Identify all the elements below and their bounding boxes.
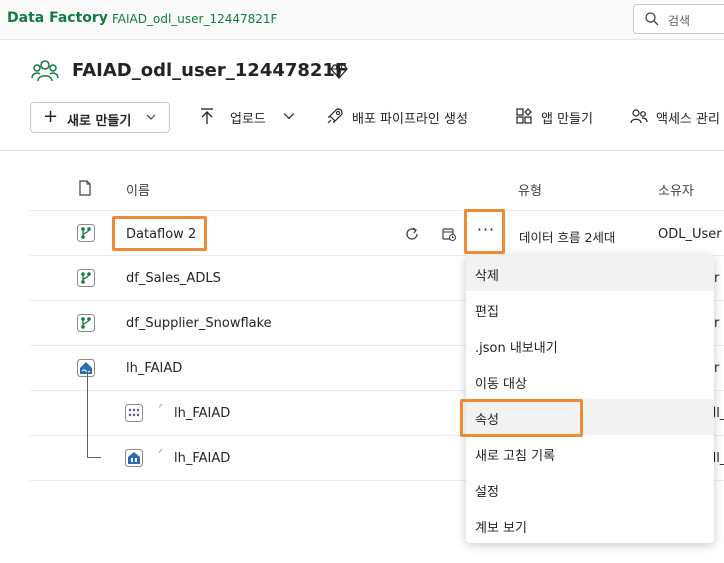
file-type-icon xyxy=(79,180,91,196)
item-owner: r xyxy=(714,361,720,376)
people-icon xyxy=(630,109,648,124)
menu-item-edit[interactable]: 편집 xyxy=(466,291,714,327)
column-header-name[interactable]: 이름 xyxy=(126,180,150,199)
workspace-icon xyxy=(31,60,59,82)
menu-item-label: 새로 고침 기록 xyxy=(475,449,556,464)
app-name[interactable]: Data Factory xyxy=(7,10,108,26)
menu-item-label: 편집 xyxy=(475,305,499,320)
menu-item-refresh-history[interactable]: 새로 고침 기록 xyxy=(466,435,714,471)
column-header-owner[interactable]: 소유자 xyxy=(658,180,694,199)
schedule-icon[interactable] xyxy=(441,226,457,242)
manage-access-button[interactable]: 액세스 관리 xyxy=(656,108,720,127)
menu-item-label: .json 내보내기 xyxy=(475,341,558,356)
link-icon: ⸍ xyxy=(158,448,163,459)
top-bar: Data Factory FAIAD_odl_user_12447821F 검색 xyxy=(0,0,724,40)
app-icon xyxy=(516,108,532,124)
create-app-button[interactable]: 앱 만들기 xyxy=(541,108,593,127)
semantic-model-icon xyxy=(125,449,143,467)
highlight-more-options xyxy=(464,209,505,254)
menu-item-label: 계보 보기 xyxy=(475,521,527,536)
dataflow-icon xyxy=(77,269,95,287)
premium-diamond-icon[interactable] xyxy=(330,62,348,80)
tree-connector xyxy=(87,370,88,458)
link-icon: ⸍ xyxy=(158,403,163,414)
chevron-down-icon xyxy=(146,114,156,120)
chevron-down-icon[interactable] xyxy=(283,110,295,122)
item-name[interactable]: df_Sales_ADLS xyxy=(126,271,221,286)
menu-item-label: 이동 대상 xyxy=(475,377,527,392)
row-divider xyxy=(30,210,724,211)
menu-item-delete[interactable]: 삭제 xyxy=(466,255,714,291)
menu-item-label: 삭제 xyxy=(475,269,499,284)
plus-icon: + xyxy=(43,106,59,127)
dataflow-icon xyxy=(77,314,95,332)
sql-endpoint-icon xyxy=(125,404,143,422)
new-item-button[interactable]: + 새로 만들기 xyxy=(30,102,170,133)
search-input[interactable]: 검색 xyxy=(633,4,724,34)
toolbar-divider xyxy=(0,150,724,151)
search-placeholder: 검색 xyxy=(668,14,691,28)
lakehouse-icon xyxy=(77,359,95,377)
upload-icon[interactable] xyxy=(198,107,216,125)
menu-item-move-to[interactable]: 이동 대상 xyxy=(466,363,714,399)
item-name[interactable]: lh_FAIAD xyxy=(174,451,230,466)
menu-item-export-json[interactable]: .json 내보내기 xyxy=(466,327,714,363)
highlight-properties xyxy=(460,399,583,437)
item-type: 데이터 흐름 2세대 xyxy=(519,230,616,245)
menu-item-settings[interactable]: 설정 xyxy=(466,471,714,507)
item-name[interactable]: lh_FAIAD xyxy=(174,406,230,421)
upload-button[interactable]: 업로드 xyxy=(230,108,266,127)
item-owner: r xyxy=(714,271,720,286)
item-owner: r xyxy=(714,316,720,331)
column-header-type[interactable]: 유형 xyxy=(518,180,542,199)
menu-item-label: 설정 xyxy=(475,485,499,500)
new-item-label: 새로 만들기 xyxy=(67,114,132,129)
item-name[interactable]: df_Supplier_Snowflake xyxy=(126,316,272,331)
menu-item-view-lineage[interactable]: 계보 보기 xyxy=(466,507,714,543)
tree-connector xyxy=(87,457,101,458)
item-name[interactable]: lh_FAIAD xyxy=(126,361,182,376)
create-pipeline-button[interactable]: 배포 파이프라인 생성 xyxy=(352,108,468,127)
highlight-dataflow-name xyxy=(112,216,207,251)
search-icon xyxy=(645,12,659,26)
refresh-icon[interactable] xyxy=(404,226,420,242)
item-owner: ODL_User xyxy=(658,227,722,242)
page-title: FAIAD_odl_user_12447821F xyxy=(72,60,348,81)
dataflow-icon xyxy=(77,224,95,242)
rocket-icon xyxy=(327,108,343,124)
breadcrumb-workspace[interactable]: FAIAD_odl_user_12447821F xyxy=(112,12,277,26)
